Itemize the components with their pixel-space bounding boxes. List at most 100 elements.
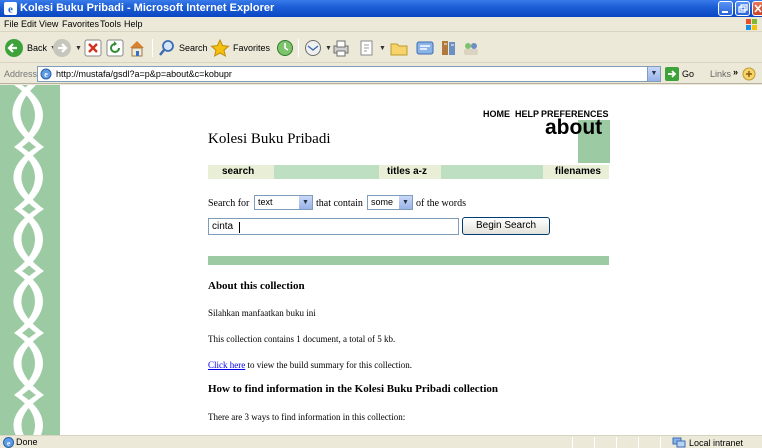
address-dropdown-button[interactable]: ▼ <box>647 67 660 81</box>
status-text: Done <box>16 437 38 447</box>
folder-icon <box>390 43 408 56</box>
search-button[interactable]: Search <box>158 37 208 59</box>
messenger-icon <box>416 41 434 55</box>
restore-icon <box>738 4 748 13</box>
favorites-button[interactable]: Favorites <box>210 37 270 59</box>
address-bar: Address e http://mustafa/gsdl?a=p&p=abou… <box>0 64 762 84</box>
search-mode-select[interactable]: some ▼ <box>367 195 413 210</box>
collection-title: Kolesi Buku Pribadi <box>208 131 331 147</box>
chevron-down-icon: ▼ <box>399 196 412 209</box>
svg-text:e: e <box>7 440 10 448</box>
mail-icon <box>305 40 321 56</box>
browser-window: e Kolesi Buku Pribadi - Microsoft Intern… <box>0 0 762 448</box>
research-button[interactable] <box>440 37 458 59</box>
build-summary-line: Click here to view the build summary for… <box>208 360 412 370</box>
back-button[interactable]: Back ▼ <box>4 37 57 59</box>
search-for-label: Search for <box>208 198 250 209</box>
search-icon <box>159 40 174 56</box>
search-mode-value: some <box>371 197 394 207</box>
close-icon <box>754 4 762 13</box>
menu-file[interactable]: File <box>4 19 19 29</box>
chevron-down-icon: ▼ <box>650 70 658 77</box>
history-button[interactable] <box>276 37 294 59</box>
menu-tools[interactable]: Tools <box>100 19 121 29</box>
research-icon <box>442 41 455 55</box>
edit-button[interactable]: ▼ <box>358 37 386 59</box>
status-separator <box>616 437 617 448</box>
minimize-button[interactable] <box>718 1 733 16</box>
home-icon <box>130 41 144 57</box>
toolbar-extension-icon[interactable] <box>742 67 758 81</box>
page-icon: e <box>40 68 52 80</box>
nav-search[interactable]: search <box>208 165 274 179</box>
history-icon <box>277 40 293 56</box>
build-summary-text: to view the build summary for this colle… <box>245 360 412 370</box>
title-bar: e Kolesi Buku Pribadi - Microsoft Intern… <box>0 0 762 17</box>
search-label: Search <box>179 43 208 53</box>
menu-edit[interactable]: Edit <box>21 19 37 29</box>
print-button[interactable] <box>332 37 350 59</box>
stop-icon <box>84 39 102 57</box>
search-query-input[interactable]: cinta <box>208 218 459 235</box>
printer-icon <box>333 40 349 57</box>
status-separator <box>572 437 573 448</box>
back-arrow-icon <box>5 39 23 57</box>
chevron-down-icon: ▼ <box>75 44 82 52</box>
status-separator <box>660 437 661 448</box>
windows-logo-icon <box>746 19 757 30</box>
search-field-select[interactable]: text ▼ <box>254 195 313 210</box>
status-separator <box>594 437 595 448</box>
chevron-down-icon: ▼ <box>325 44 332 52</box>
collection-nav-bar: search titles a-z filenames <box>208 165 609 179</box>
ie-icon: e <box>4 2 17 15</box>
page-content: HOME HELP PREFERENCES about Kolesi Buku … <box>0 85 762 435</box>
standard-toolbar: Back ▼ ▼ Search Favorites <box>0 33 762 63</box>
address-label: Address <box>4 69 38 79</box>
links-button[interactable]: Links <box>710 69 731 79</box>
svg-text:e: e <box>44 70 48 79</box>
back-label: Back <box>27 43 48 53</box>
go-arrow-icon <box>665 67 679 81</box>
of-the-words-label: of the words <box>416 198 466 209</box>
document-count-text: This collection contains 1 document, a t… <box>208 334 396 344</box>
maximize-button[interactable] <box>735 1 750 16</box>
home-link[interactable]: HOME <box>483 109 510 119</box>
home-button[interactable] <box>128 37 146 59</box>
chevron-down-icon: ▼ <box>379 44 386 52</box>
links-chevron-icon[interactable]: » <box>733 67 738 77</box>
search-field-value: text <box>258 197 273 207</box>
menu-help[interactable]: Help <box>124 19 143 29</box>
about-heading: About this collection <box>208 280 305 292</box>
begin-search-button[interactable]: Begin Search <box>462 217 550 235</box>
menu-favorites[interactable]: Favorites <box>62 19 99 29</box>
folder-button[interactable] <box>390 37 408 59</box>
discuss-button[interactable] <box>462 37 480 59</box>
close-button[interactable] <box>752 1 762 16</box>
refresh-icon <box>106 39 124 57</box>
intranet-icon <box>672 437 686 448</box>
go-button[interactable]: Go <box>665 67 694 81</box>
text-caret <box>239 222 240 233</box>
help-link[interactable]: HELP <box>515 109 539 119</box>
search-query-value: cinta <box>212 221 234 232</box>
forward-arrow-icon <box>53 39 71 57</box>
minimize-icon <box>722 11 728 13</box>
nav-filenames[interactable]: filenames <box>543 165 609 179</box>
mail-button[interactable]: ▼ <box>304 37 332 59</box>
address-input[interactable]: e http://mustafa/gsdl?a=p&p=about&c=kobu… <box>37 66 661 82</box>
stop-button[interactable] <box>84 37 102 59</box>
page-done-icon: e <box>3 437 14 448</box>
window-title: Kolesi Buku Pribadi - Microsoft Internet… <box>20 2 275 14</box>
refresh-button[interactable] <box>106 37 124 59</box>
decorative-rope-border <box>0 85 60 435</box>
favorites-label: Favorites <box>233 43 271 53</box>
click-here-link[interactable]: Click here <box>208 360 245 370</box>
star-icon <box>210 39 230 57</box>
that-contain-label: that contain <box>316 198 363 209</box>
discuss-icon <box>464 43 478 55</box>
nav-titles-az[interactable]: titles a-z <box>379 165 441 179</box>
status-separator <box>638 437 639 448</box>
forward-button[interactable]: ▼ <box>52 37 82 59</box>
menu-view[interactable]: View <box>39 19 58 29</box>
messenger-button[interactable] <box>416 37 434 59</box>
